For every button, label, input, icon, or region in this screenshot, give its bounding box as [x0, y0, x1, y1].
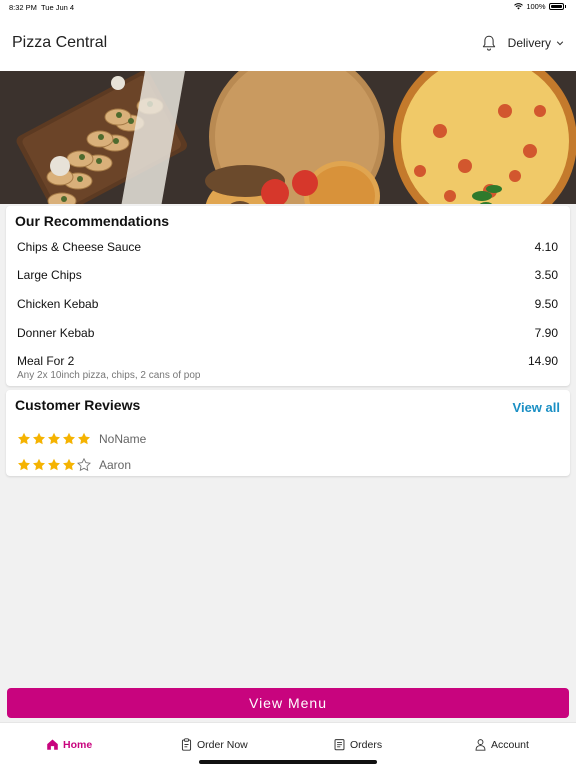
recommendation-item[interactable]: Chips & Cheese Sauce 4.10: [17, 240, 558, 254]
recommendation-item[interactable]: Meal For 2 Any 2x 10inch pizza, chips, 2…: [17, 354, 558, 381]
reviews-card: Customer Reviews View all NoName Aaron: [6, 390, 570, 476]
hero-banner-image: [0, 71, 576, 204]
status-date: Tue Jun 4: [41, 3, 75, 12]
reviews-title: Customer Reviews: [15, 397, 141, 413]
home-icon: [47, 739, 58, 750]
recommendation-item[interactable]: Chicken Kebab 9.50: [17, 297, 558, 311]
receipt-icon: [334, 739, 345, 751]
tab-home-label: Home: [63, 738, 93, 751]
app-title: Pizza Central: [12, 34, 108, 51]
star-filled-icon: [18, 432, 30, 445]
star-filled-icon: [33, 432, 45, 445]
star-filled-icon: [78, 432, 90, 445]
star-rating: [17, 432, 91, 446]
battery-percent: 100%: [526, 2, 546, 11]
food-banner-illustration: [0, 71, 576, 204]
star-filled-icon: [63, 458, 75, 471]
status-right: 100%: [514, 2, 566, 11]
view-all-link[interactable]: View all: [513, 400, 560, 415]
recommendations-card: Our Recommendations Chips & Cheese Sauce…: [6, 206, 570, 386]
star-rating: [17, 458, 91, 472]
item-name: Donner Kebab: [17, 326, 95, 340]
tab-order-now-label: Order Now: [197, 738, 248, 751]
view-menu-button[interactable]: View Menu: [7, 688, 569, 718]
status-time: 8:32 PM: [9, 3, 37, 12]
review-item[interactable]: NoName: [17, 432, 146, 446]
item-price: 4.10: [534, 240, 558, 254]
item-price: 3.50: [534, 268, 558, 282]
tab-orders[interactable]: Orders: [333, 738, 382, 751]
item-name: Meal For 2: [17, 354, 75, 368]
delivery-selector[interactable]: Delivery: [508, 36, 551, 50]
item-price: 14.90: [527, 354, 558, 368]
star-filled-icon: [48, 458, 60, 471]
header-actions: Delivery: [480, 34, 564, 52]
recommendation-item[interactable]: Donner Kebab 7.90: [17, 326, 558, 340]
reviewer-name: NoName: [99, 432, 147, 446]
item-name: Chips & Cheese Sauce: [17, 240, 142, 254]
bell-icon[interactable]: [480, 34, 498, 52]
star-filled-icon: [63, 432, 75, 445]
battery-icon: [548, 3, 564, 10]
bottom-tab-bar: Home Order Now Orders Account: [0, 722, 576, 768]
item-price: 9.50: [534, 297, 558, 311]
reviewer-name: Aaron: [99, 458, 132, 472]
star-filled-icon: [18, 458, 30, 471]
recommendations-title: Our Recommendations: [15, 213, 170, 229]
review-item[interactable]: Aaron: [17, 458, 131, 472]
item-price: 7.90: [534, 326, 558, 340]
item-name: Large Chips: [17, 268, 82, 282]
app-header: Pizza Central Delivery: [0, 14, 576, 71]
star-filled-icon: [33, 458, 45, 471]
person-icon: [475, 739, 486, 751]
chevron-down-icon[interactable]: [556, 39, 564, 47]
tab-order-now[interactable]: Order Now: [180, 738, 248, 751]
item-description: Any 2x 10inch pizza, chips, 2 cans of po…: [17, 370, 201, 381]
status-bar: 8:32 PM Tue Jun 4 100%: [0, 0, 576, 14]
tab-home[interactable]: Home: [46, 738, 92, 751]
tab-orders-label: Orders: [350, 738, 383, 751]
clipboard-icon: [181, 738, 192, 751]
item-name: Chicken Kebab: [17, 297, 99, 311]
star-filled-icon: [48, 432, 60, 445]
tab-account-label: Account: [491, 738, 529, 751]
tab-account[interactable]: Account: [474, 738, 529, 751]
recommendation-item[interactable]: Large Chips 3.50: [17, 268, 558, 282]
wifi-icon: [514, 3, 524, 10]
star-empty-icon: [77, 458, 91, 472]
home-indicator[interactable]: [199, 760, 377, 764]
